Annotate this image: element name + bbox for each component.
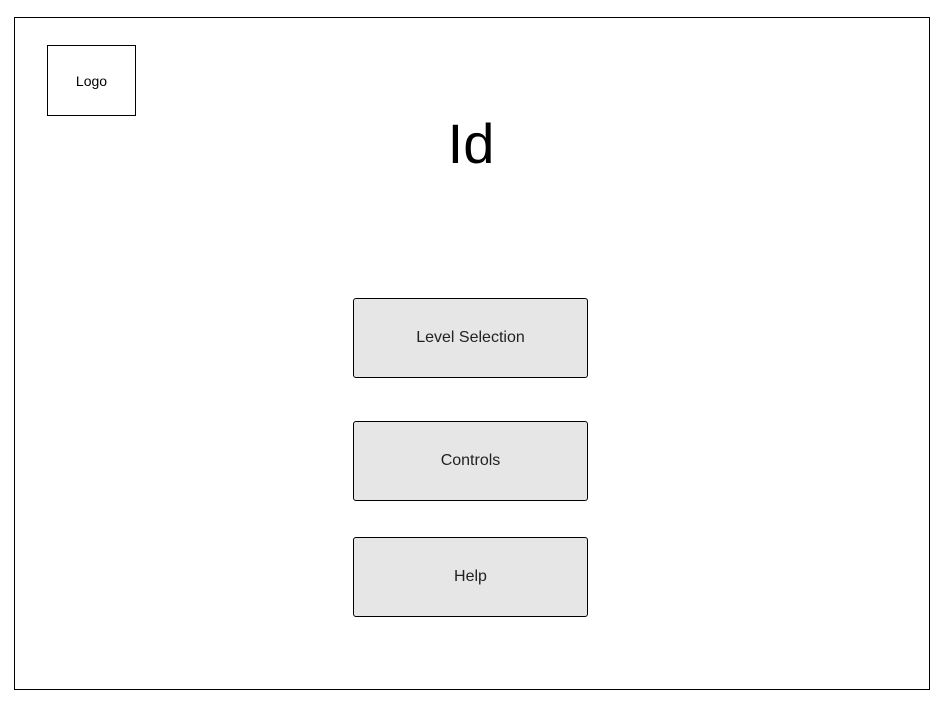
controls-label: Controls bbox=[440, 452, 501, 469]
logo-label: Logo bbox=[75, 72, 108, 89]
controls-button[interactable]: Controls bbox=[353, 421, 588, 501]
logo-placeholder: Logo bbox=[47, 45, 136, 116]
game-title: Id bbox=[447, 112, 495, 175]
help-label: Help bbox=[454, 568, 487, 585]
help-button[interactable]: Help bbox=[353, 537, 588, 617]
level-selection-button[interactable]: Level Selection bbox=[353, 298, 588, 378]
level-selection-label: Level Selection bbox=[416, 329, 525, 346]
